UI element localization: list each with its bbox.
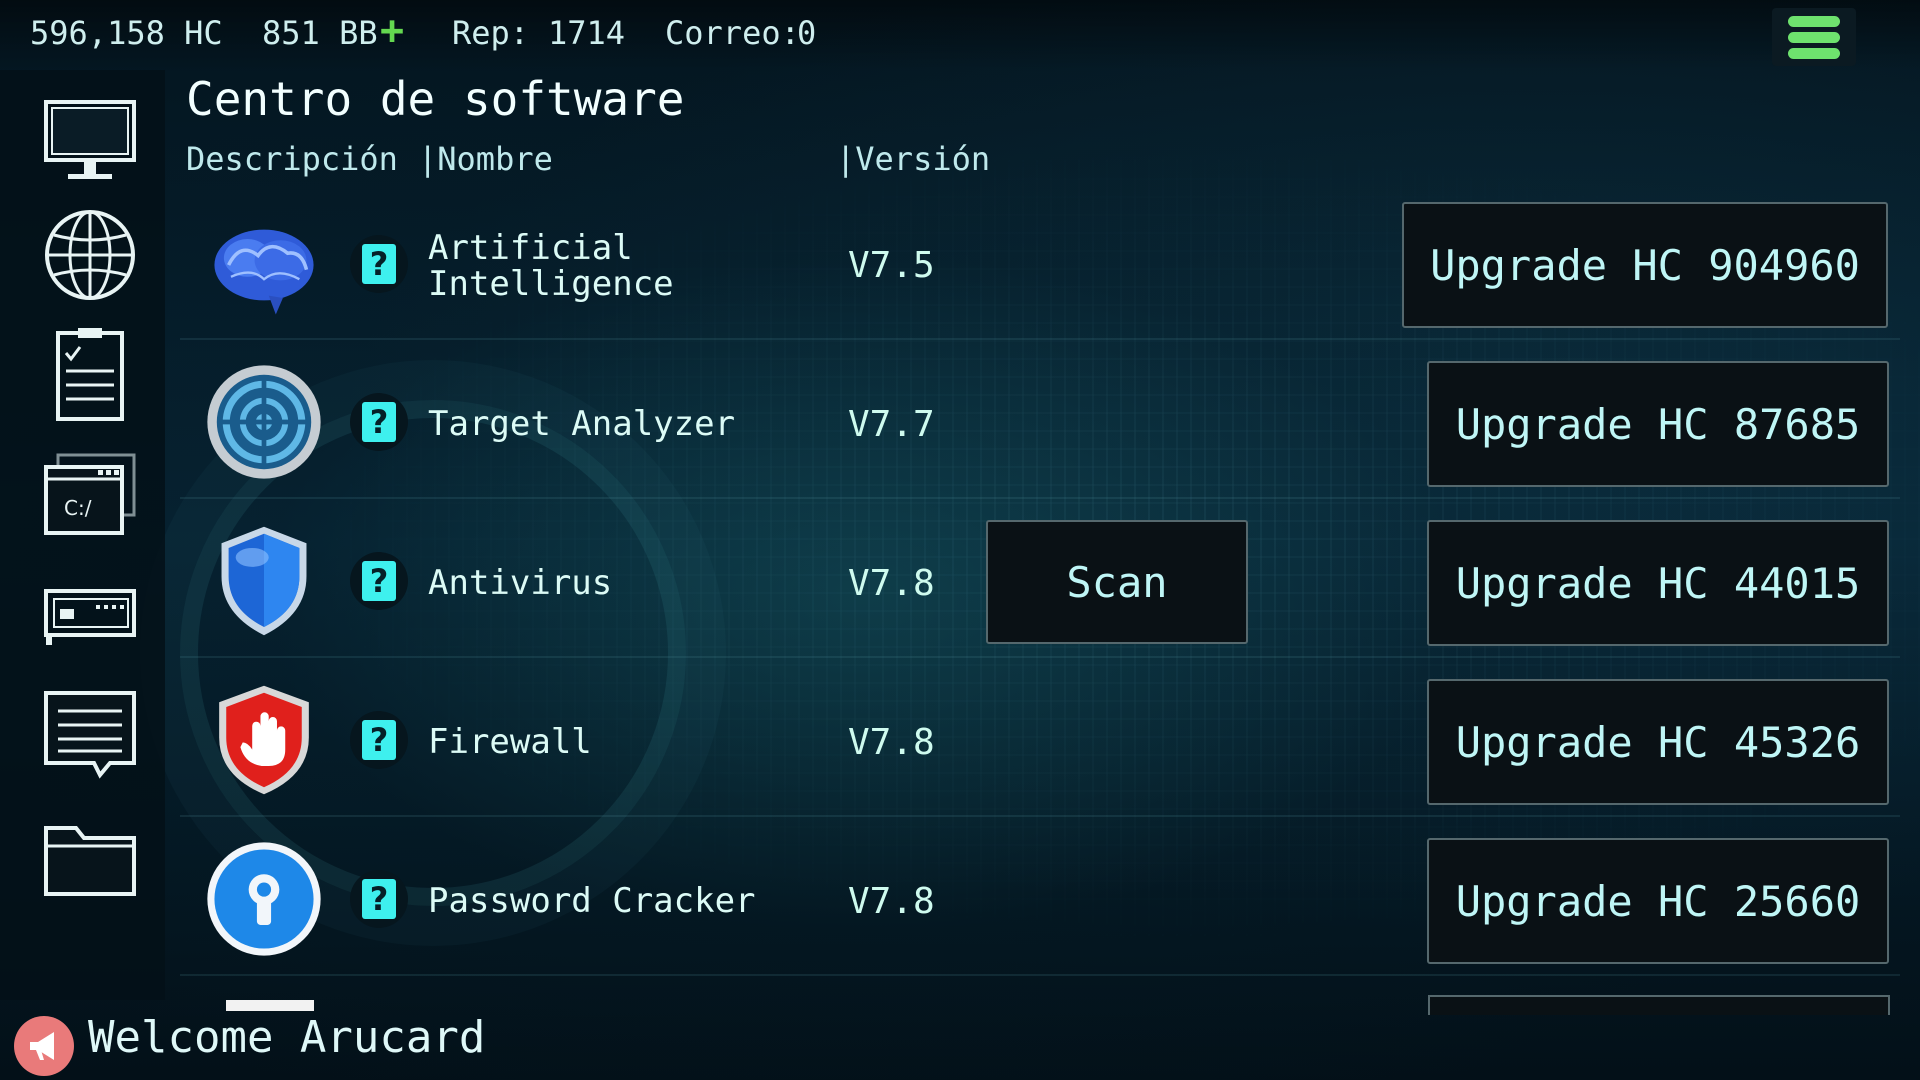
- clipboard-icon: [56, 328, 124, 421]
- menu-icon: [1788, 16, 1840, 27]
- menu-icon-bar: [1788, 32, 1840, 43]
- hc-balance: 596,158 HC: [30, 14, 223, 52]
- status-bar: 596,158 HC 851 BB + Rep: 1714 Correo: 0: [0, 0, 1920, 70]
- help-icon: ?: [362, 561, 396, 601]
- sidebar-item-messages[interactable]: [38, 685, 142, 785]
- help-button-ai[interactable]: ?: [350, 235, 408, 293]
- sidebar-item-network[interactable]: [38, 205, 142, 305]
- menu-button[interactable]: [1772, 8, 1856, 66]
- firewall-hand-icon: [219, 685, 309, 795]
- row-divider: [180, 815, 1900, 817]
- software-name: Artificial Intelligence: [428, 230, 674, 302]
- sidebar-item-terminal[interactable]: C:/: [38, 445, 142, 545]
- column-header-description: Descripción: [186, 140, 398, 178]
- notification-button[interactable]: [14, 1016, 74, 1076]
- hardware-icon: [44, 589, 136, 645]
- mail-label[interactable]: Correo:: [665, 14, 800, 52]
- column-header-name: |Nombre: [418, 140, 553, 178]
- keyhole-icon: [207, 842, 321, 956]
- upgrade-button-firewall[interactable]: Upgrade HC 45326: [1427, 679, 1889, 805]
- scan-button[interactable]: Scan: [986, 520, 1248, 644]
- column-header-version: |Versión: [836, 140, 991, 178]
- row-divider: [180, 338, 1900, 340]
- rep-label: Rep:: [452, 14, 530, 52]
- help-icon: ?: [362, 244, 396, 284]
- target-icon: [207, 365, 321, 479]
- mail-count[interactable]: 0: [797, 14, 816, 52]
- software-version: V7.8: [848, 563, 935, 604]
- folder-icon: [44, 826, 136, 896]
- upgrade-button-target-analyzer[interactable]: Upgrade HC 87685: [1427, 361, 1889, 487]
- welcome-message: Welcome Arucard: [88, 1012, 486, 1063]
- software-name: Firewall: [428, 722, 592, 762]
- menu-icon-bar: [1788, 48, 1840, 59]
- bb-balance: 851 BB: [262, 14, 378, 52]
- row-divider: [180, 497, 1900, 499]
- help-button-antivirus[interactable]: ?: [350, 552, 408, 610]
- upgrade-button-password-cracker[interactable]: Upgrade HC 25660: [1427, 838, 1889, 964]
- scroll-indicator[interactable]: [226, 1000, 314, 1011]
- row-divider: [180, 656, 1900, 658]
- sidebar-item-tasks[interactable]: [38, 325, 142, 425]
- software-version: V7.5: [848, 245, 935, 286]
- software-name: Password Cracker: [428, 881, 756, 921]
- software-name: Target Analyzer: [428, 404, 736, 444]
- sidebar-item-hardware[interactable]: [38, 565, 142, 665]
- software-version: V7.8: [848, 881, 935, 922]
- upgrade-button-antivirus[interactable]: Upgrade HC 44015: [1427, 520, 1889, 646]
- brain-icon: [214, 229, 314, 315]
- help-icon: ?: [362, 720, 396, 760]
- page-title: Centro de software: [186, 72, 685, 126]
- sidebar-item-computer[interactable]: [38, 90, 142, 190]
- next-upgrade-button-partial[interactable]: [1428, 995, 1890, 1015]
- software-version: V7.7: [848, 404, 935, 445]
- monitor-icon: [44, 100, 136, 179]
- chat-icon: [44, 691, 136, 779]
- terminal-icon-label: C:/: [64, 496, 92, 520]
- shield-icon: [221, 526, 307, 636]
- help-icon: ?: [362, 402, 396, 442]
- add-bb-button[interactable]: +: [380, 8, 404, 54]
- terminal-icon: C:/: [44, 453, 136, 535]
- sidebar-item-files[interactable]: [38, 808, 142, 908]
- software-name: Antivirus: [428, 563, 613, 603]
- rep-value: 1714: [548, 14, 626, 52]
- help-button-target-analyzer[interactable]: ?: [350, 393, 408, 451]
- upgrade-button-ai[interactable]: Upgrade HC 904960: [1402, 202, 1888, 328]
- help-icon: ?: [362, 879, 396, 919]
- megaphone-icon: [30, 1032, 54, 1060]
- globe-icon: [45, 210, 135, 300]
- row-divider: [180, 974, 1900, 976]
- software-version: V7.8: [848, 722, 935, 763]
- software-name-line1: Artificial: [428, 228, 633, 268]
- help-button-firewall[interactable]: ?: [350, 711, 408, 769]
- sidebar: C:/: [0, 70, 165, 1000]
- help-button-password-cracker[interactable]: ?: [350, 870, 408, 928]
- software-name-line2: Intelligence: [428, 264, 674, 304]
